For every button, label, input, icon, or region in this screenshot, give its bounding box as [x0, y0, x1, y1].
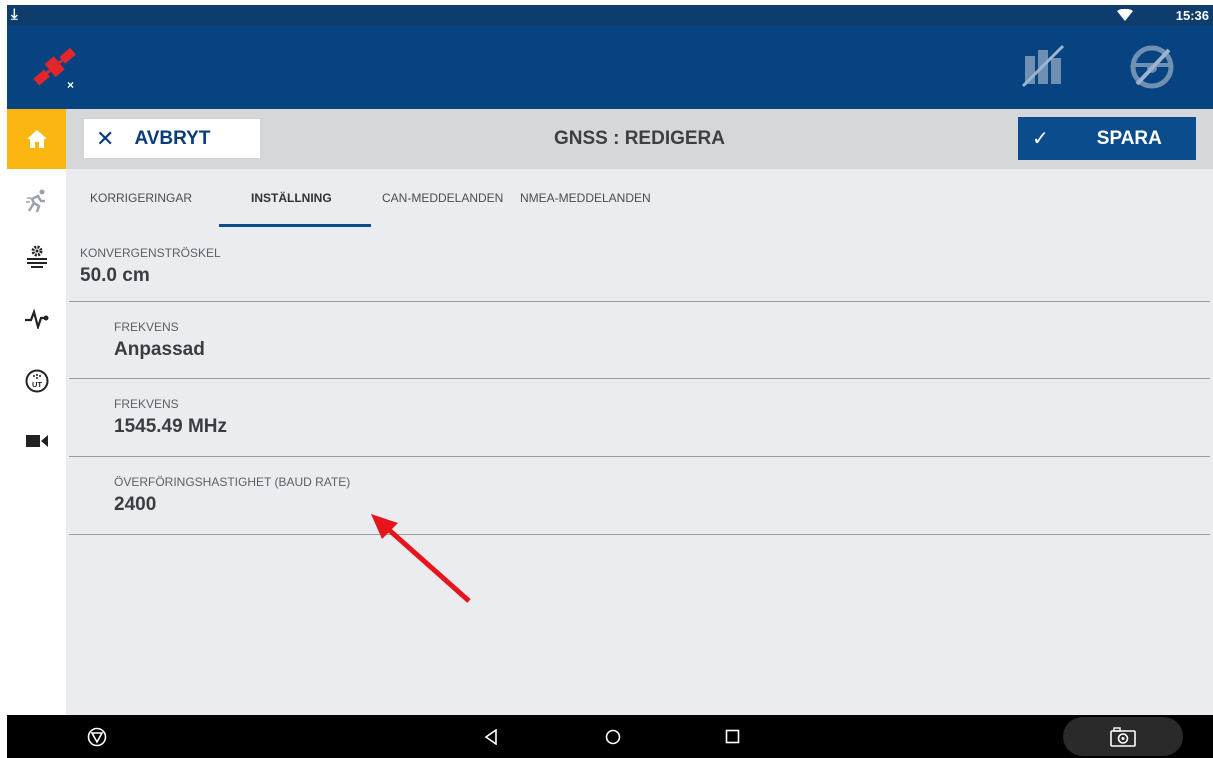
tab-korrigeringar[interactable]: KORRIGERINGAR	[90, 191, 192, 205]
tab-can-meddelanden[interactable]: CAN-MEDDELANDEN	[382, 191, 503, 205]
field-frekvens-mode[interactable]: FREKVENS Anpassad	[114, 320, 205, 361]
field-label: KONVERGENSTRÖSKEL	[80, 246, 221, 260]
field-value: 50.0 cm	[80, 265, 150, 286]
divider	[69, 456, 1210, 457]
status-bar: ⤓ 15:36	[7, 5, 1213, 26]
sidebar-item-home[interactable]	[7, 109, 66, 169]
pulse-icon	[24, 309, 48, 329]
divider	[69, 301, 1210, 302]
nav-bar	[7, 715, 1213, 758]
gear-layers-icon	[26, 245, 47, 268]
sidebar-item-run[interactable]	[7, 181, 66, 221]
svg-text:×: ×	[67, 78, 74, 91]
download-icon: ⤓	[11, 6, 18, 23]
screenshot-button[interactable]	[1063, 717, 1183, 756]
sidebar: UT	[7, 109, 66, 715]
field-value: Anpassad	[114, 339, 205, 360]
field-baud-rate[interactable]: ÖVERFÖRINGSHASTIGHET (BAUD RATE) 2400	[114, 475, 350, 516]
home-nav-button[interactable]	[599, 715, 627, 758]
recents-icon	[725, 729, 739, 744]
sidebar-item-diagnostics[interactable]	[7, 299, 66, 339]
field-value: 2400	[114, 494, 157, 515]
running-icon	[25, 189, 45, 213]
field-label: ÖVERFÖRINGSHASTIGHET (BAUD RATE)	[114, 475, 351, 489]
sidebar-item-ut[interactable]: UT	[7, 361, 66, 401]
tab-installning[interactable]: INSTÄLLNING	[251, 191, 332, 205]
gnss-satellite-disconnected-icon[interactable]: ×	[29, 45, 85, 91]
home-circle-icon	[605, 729, 621, 744]
field-label: FREKVENS	[114, 320, 179, 334]
annotation-arrow	[371, 514, 471, 603]
video-camera-icon	[25, 435, 48, 447]
active-tab-indicator	[219, 224, 371, 227]
stop-icon	[87, 727, 107, 746]
save-button[interactable]: ✓ SPARA	[1018, 117, 1196, 160]
check-icon: ✓	[1032, 128, 1049, 150]
field-map-icon[interactable]	[1019, 42, 1067, 90]
wifi-icon	[1117, 9, 1133, 21]
edit-header: ✕ AVBRYT GNSS : REDIGERA ✓ SPARA	[66, 109, 1213, 169]
back-button[interactable]	[477, 715, 505, 758]
sidebar-item-camera[interactable]	[7, 421, 66, 461]
home-icon	[26, 130, 47, 148]
field-label: FREKVENS	[114, 397, 179, 411]
svg-text:UT: UT	[32, 380, 42, 389]
stop-button[interactable]	[82, 715, 112, 758]
divider	[69, 378, 1210, 379]
field-frekvens-value[interactable]: FREKVENS 1545.49 MHz	[114, 397, 227, 438]
save-button-label: SPARA	[1096, 127, 1162, 149]
sidebar-item-implement-settings[interactable]	[7, 237, 66, 277]
field-value: 1545.49 MHz	[114, 416, 228, 437]
divider	[69, 534, 1210, 535]
steering-disabled-icon[interactable]	[1129, 44, 1175, 90]
field-konvergenstroskel[interactable]: KONVERGENSTRÖSKEL 50.0 cm	[80, 246, 221, 287]
universal-terminal-icon: UT	[25, 369, 48, 393]
tab-nmea-meddelanden[interactable]: NMEA-MEDDELANDEN	[520, 191, 651, 205]
screenshot-camera-icon	[1110, 726, 1136, 747]
main-panel: ✕ AVBRYT GNSS : REDIGERA ✓ SPARA KORRIGE…	[66, 109, 1213, 715]
tab-bar: KORRIGERINGAR INSTÄLLNING CAN-MEDDELANDE…	[66, 169, 1213, 227]
recents-button[interactable]	[718, 715, 746, 758]
status-time: 15:36	[1175, 8, 1209, 23]
back-icon	[484, 728, 497, 745]
app-bar: ×	[7, 26, 1213, 109]
